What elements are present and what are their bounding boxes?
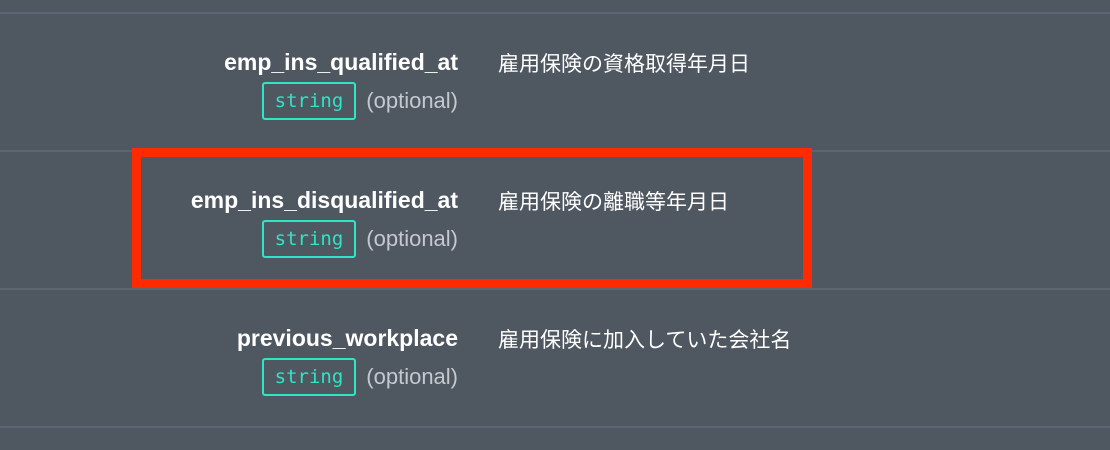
param-name: previous_workplace [236,325,458,351]
param-info: emp_ins_qualified_at string (optional) [38,48,458,120]
optional-label: (optional) [366,88,458,113]
param-name: emp_ins_qualified_at [224,49,458,75]
param-info: previous_workplace string (optional) [38,324,458,396]
param-meta: string (optional) [38,82,458,120]
param-meta: string (optional) [38,358,458,396]
highlight-box [132,148,812,288]
param-row-previous-workplace: previous_workplace string (optional) 雇用保険… [0,289,1110,427]
param-row-emp-ins-qualified-at: emp_ins_qualified_at string (optional) 雇用… [0,13,1110,151]
type-badge: string [261,358,357,396]
param-description: 雇用保険の資格取得年月日 [498,52,750,76]
param-description: 雇用保険に加入していた会社名 [498,328,792,352]
optional-label: (optional) [366,364,458,389]
type-badge: string [261,82,357,120]
